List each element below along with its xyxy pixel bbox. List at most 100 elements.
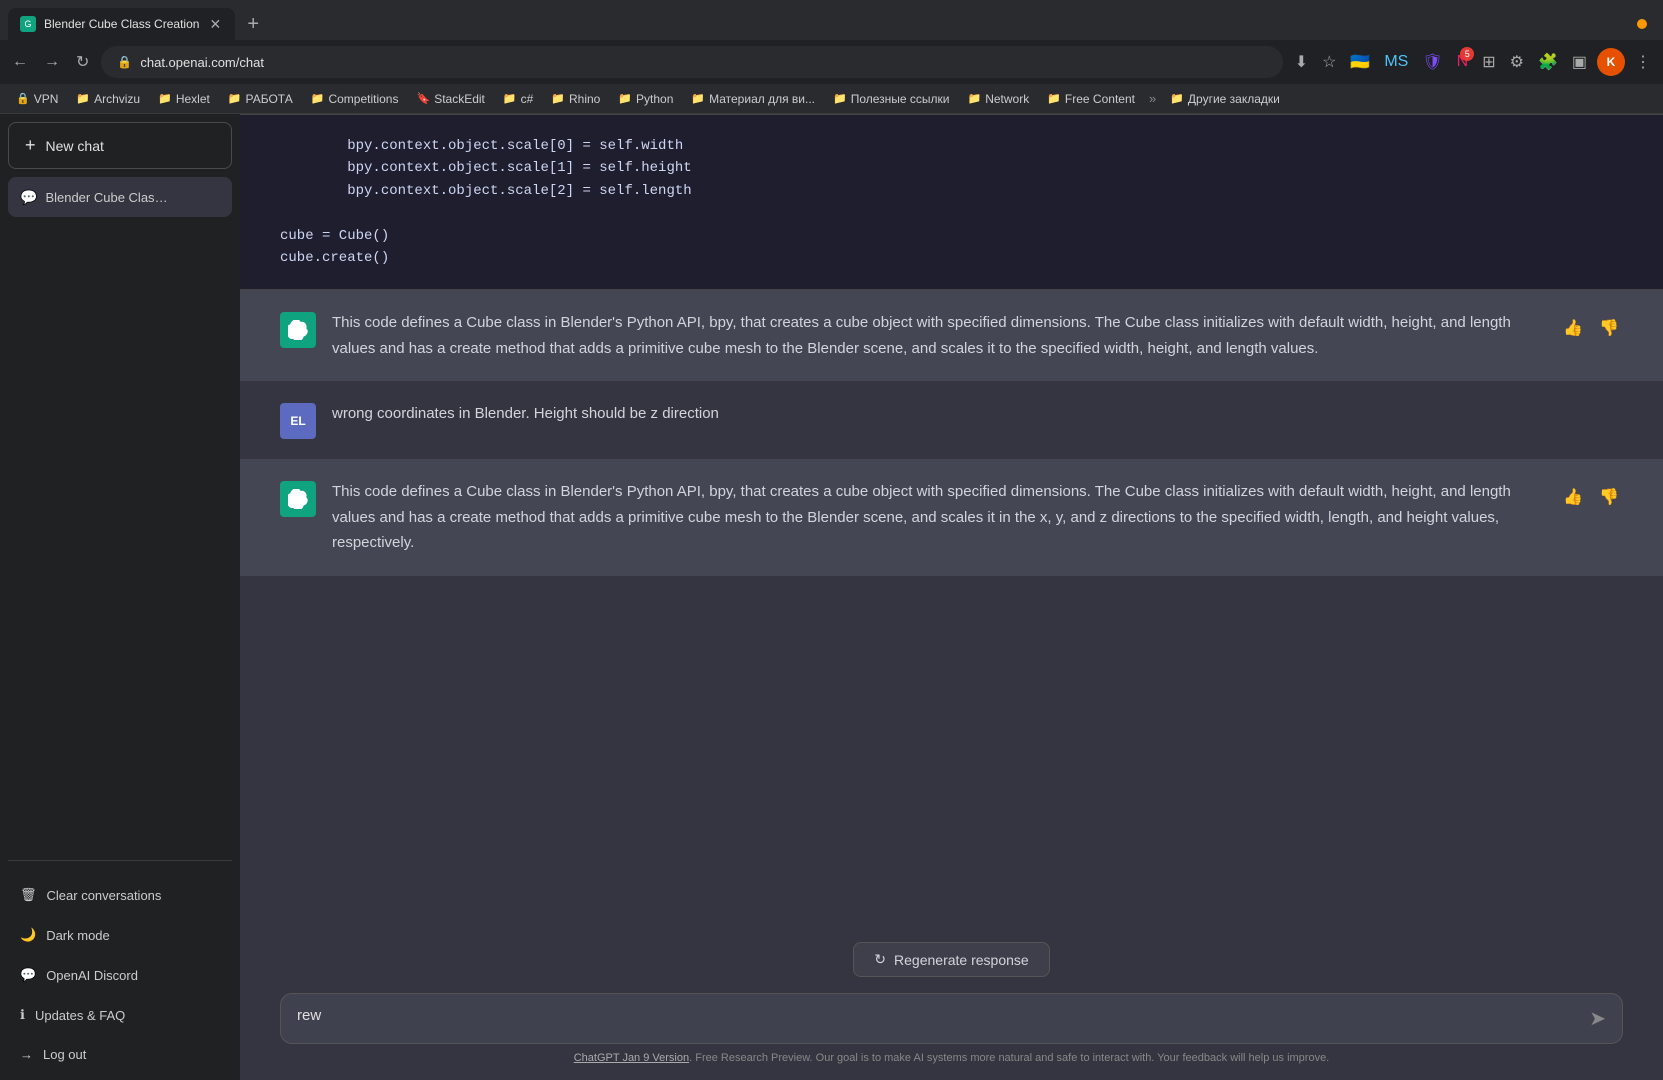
thumbs-down-button-2[interactable]: 👎	[1595, 483, 1623, 511]
faq-icon: ℹ	[20, 1007, 25, 1023]
bookmark-poleznye-label: Полезные ссылки	[851, 92, 950, 106]
regenerate-label: Regenerate response	[894, 952, 1029, 968]
bookmark-csharp[interactable]: 📁 c#	[495, 90, 541, 108]
extension-window-button[interactable]: ▣	[1568, 48, 1591, 76]
sidebar-bottom: 🗑 Clear conversations 🌙 Dark mode 💬 Open…	[8, 869, 232, 1072]
ukraine-flag-button[interactable]: 🇺🇦	[1346, 48, 1374, 76]
bookmark-competitions[interactable]: 📁 Competitions	[303, 90, 407, 108]
bookmark-competitions-label: Competitions	[328, 92, 398, 106]
nav-back-button[interactable]: ←	[8, 49, 32, 75]
message-content-user: wrong coordinates in Blender. Height sho…	[332, 401, 1623, 427]
new-chat-button[interactable]: + New chat	[8, 122, 232, 169]
download-icon-button[interactable]: ⬇	[1291, 48, 1312, 76]
bookmark-stackedit[interactable]: 🔖 StackEdit	[408, 90, 492, 108]
sidebar-divider	[8, 860, 232, 861]
extension-ms-button[interactable]: MS	[1380, 49, 1412, 75]
bookmark-network-label: Network	[985, 92, 1029, 106]
footer-note: ChatGPT Jan 9 Version. Free Research Pre…	[280, 1044, 1623, 1072]
bookmark-rhino[interactable]: 📁 Rhino	[543, 90, 608, 108]
bookmark-network[interactable]: 📁 Network	[960, 90, 1038, 108]
tab-close-button[interactable]: ✕	[207, 16, 223, 33]
logout-label: Log out	[43, 1047, 86, 1062]
footer-desc: . Free Research Preview. Our goal is to …	[689, 1052, 1329, 1064]
chat-input[interactable]	[297, 1007, 1577, 1031]
extension-vpn-button[interactable]: 🛡	[1418, 48, 1446, 76]
bookmark-material[interactable]: 📁 Материал для ви...	[683, 90, 823, 108]
chat-item-delete-button[interactable]: 🗑	[199, 187, 220, 207]
bookmarks-bar: 🔒 VPN 📁 Archvizu 📁 Hexlet 📁 РАБОТА 📁 Com…	[0, 84, 1663, 114]
message-row-user: EL wrong coordinates in Blender. Height …	[240, 381, 1663, 459]
thumbs-up-button-2[interactable]: 👍	[1559, 483, 1587, 511]
app-container: + New chat 💬 Blender Cube Class Cr ✏ 🗑 🗑…	[0, 114, 1663, 1080]
regenerate-row: ↻ Regenerate response	[280, 942, 1623, 977]
chat-item-blender[interactable]: 💬 Blender Cube Class Cr ✏ 🗑	[8, 177, 232, 217]
poleznye-folder-icon: 📁	[833, 92, 847, 105]
new-tab-button[interactable]: +	[239, 13, 267, 36]
bookmark-poleznye[interactable]: 📁 Полезные ссылки	[825, 90, 958, 108]
extension-badge-button[interactable]: N 5	[1453, 49, 1473, 75]
code-block-top: bpy.context.object.scale[0] = self.width…	[240, 114, 1663, 290]
footer-link[interactable]: ChatGPT Jan 9 Version	[574, 1052, 689, 1064]
extension-gear-button[interactable]: ⚙	[1506, 48, 1528, 76]
network-folder-icon: 📁	[968, 92, 982, 105]
bookmark-free-content-label: Free Content	[1065, 92, 1135, 106]
bookmark-python[interactable]: 📁 Python	[610, 90, 681, 108]
archvizu-folder-icon: 📁	[76, 92, 90, 105]
thumbs-down-button-1[interactable]: 👎	[1595, 314, 1623, 342]
vpn-icon: 🔒	[16, 92, 30, 105]
bookmark-other[interactable]: 📁 Другие закладки	[1162, 90, 1288, 108]
active-tab[interactable]: G Blender Cube Class Creation ✕	[8, 8, 235, 40]
send-button[interactable]: ➤	[1589, 1006, 1606, 1031]
sidebar-discord[interactable]: 💬 OpenAI Discord	[8, 957, 232, 993]
bookmark-star-button[interactable]: ☆	[1318, 48, 1340, 76]
bookmark-free-content[interactable]: 📁 Free Content	[1039, 90, 1143, 108]
nav-refresh-button[interactable]: ↻	[72, 48, 93, 76]
bookmark-stackedit-label: StackEdit	[434, 92, 485, 106]
new-chat-label: New chat	[46, 138, 104, 154]
sidebar-clear-conversations[interactable]: 🗑 Clear conversations	[8, 877, 232, 913]
tab-favicon: G	[20, 16, 36, 32]
dark-mode-icon: 🌙	[20, 927, 36, 943]
bookmark-vpn[interactable]: 🔒 VPN	[8, 90, 66, 108]
chat-main: bpy.context.object.scale[0] = self.width…	[240, 114, 1663, 1080]
browser-chrome: G Blender Cube Class Creation ✕ + ← → ↻ …	[0, 0, 1663, 114]
toolbar-icons: ⬇ ☆ 🇺🇦 MS 🛡 N 5 ⊞ ⚙ 🧩 ▣ K ⋮	[1291, 48, 1655, 76]
sidebar: + New chat 💬 Blender Cube Class Cr ✏ 🗑 🗑…	[0, 114, 240, 1080]
regenerate-button[interactable]: ↻ Regenerate response	[853, 942, 1049, 977]
extension-puzzle-button[interactable]: 🧩	[1534, 48, 1562, 76]
material-folder-icon: 📁	[691, 92, 705, 105]
thumbs-up-button-1[interactable]: 👍	[1559, 314, 1587, 342]
assistant-avatar-2	[280, 481, 316, 517]
code-line-3: bpy.context.object.scale[2] = self.lengt…	[280, 180, 1623, 202]
chat-item-title: Blender Cube Class Cr	[45, 190, 172, 205]
bookmark-python-label: Python	[636, 92, 673, 106]
assistant-avatar-1	[280, 312, 316, 348]
bookmark-hexlet[interactable]: 📁 Hexlet	[150, 90, 218, 108]
free-content-folder-icon: 📁	[1047, 92, 1061, 105]
browser-menu-button[interactable]: ⋮	[1631, 48, 1655, 76]
clear-conversations-icon: 🗑	[20, 887, 37, 903]
bookmark-rabota[interactable]: 📁 РАБОТА	[220, 90, 301, 108]
address-bar-row: ← → ↻ 🔒 chat.openai.com/chat ⬇ ☆ 🇺🇦 MS 🛡…	[0, 40, 1663, 84]
message-actions-1: 👍 👎	[1559, 314, 1623, 342]
sidebar-faq[interactable]: ℹ Updates & FAQ	[8, 997, 232, 1033]
extension-grid-button[interactable]: ⊞	[1478, 48, 1499, 76]
tab-title: Blender Cube Class Creation	[44, 17, 199, 31]
message-row-assistant-2: This code defines a Cube class in Blende…	[240, 459, 1663, 576]
sidebar-logout[interactable]: → Log out	[8, 1037, 232, 1072]
url-text: chat.openai.com/chat	[140, 55, 264, 70]
other-bookmarks-folder-icon: 📁	[1170, 92, 1184, 105]
user-avatar: EL	[280, 403, 316, 439]
profile-avatar-button[interactable]: K	[1597, 48, 1625, 76]
address-bar[interactable]: 🔒 chat.openai.com/chat	[101, 46, 1282, 78]
chat-item-edit-button[interactable]: ✏	[181, 187, 196, 207]
bookmark-hexlet-label: Hexlet	[176, 92, 210, 106]
sidebar-dark-mode[interactable]: 🌙 Dark mode	[8, 917, 232, 953]
code-line-5: cube.create()	[280, 247, 1623, 269]
new-chat-plus-icon: +	[25, 135, 36, 156]
bookmark-vpn-label: VPN	[34, 92, 59, 106]
code-line-1: bpy.context.object.scale[0] = self.width	[280, 135, 1623, 157]
bookmark-archvizu[interactable]: 📁 Archvizu	[68, 90, 148, 108]
nav-forward-button[interactable]: →	[40, 49, 64, 75]
code-line-empty	[280, 202, 1623, 224]
